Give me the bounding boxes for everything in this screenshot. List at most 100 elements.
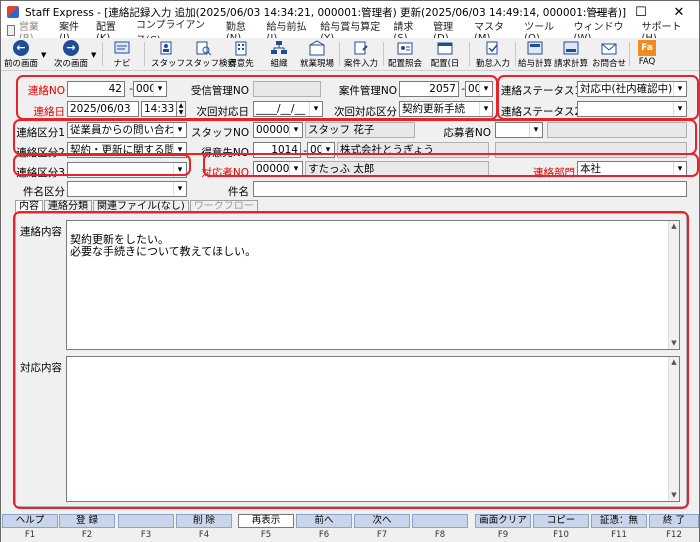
dept-select[interactable]: 本社 — [577, 161, 687, 177]
tab-files[interactable]: 関連ファイル(なし) — [93, 200, 189, 213]
case-no-sub-select[interactable]: 000 — [465, 81, 493, 97]
contact-content-text: 契約更新をしたい。 必要な手続きについて教えてほしい。 — [70, 233, 257, 258]
placement-daily-button[interactable]: 配置(日 — [427, 39, 463, 70]
org-icon — [271, 41, 287, 54]
client-button[interactable]: 得意先 — [225, 39, 257, 70]
f1-help-button[interactable]: ヘルプ — [2, 514, 58, 528]
client-name-field: 株式会社とうぎょう — [337, 142, 489, 158]
contact-no-label: 連絡NO — [27, 85, 65, 97]
case-icon — [354, 41, 368, 55]
status2-select[interactable] — [577, 101, 687, 117]
time-spinner[interactable]: ▲ ▼ — [176, 101, 186, 117]
faq-button[interactable]: Fa FAQ — [633, 39, 661, 70]
payroll-button[interactable]: 給与計算 — [517, 39, 553, 70]
subject-cat-select[interactable] — [67, 181, 187, 197]
faq-icon: Fa — [638, 40, 656, 56]
calendar-icon — [437, 42, 453, 55]
response-content-textarea[interactable]: ▲ ▼ — [66, 356, 680, 502]
org-button[interactable]: 組織 — [263, 39, 295, 70]
building-icon — [235, 41, 247, 56]
dept-label: 連絡部門 — [533, 167, 575, 179]
next-date-select[interactable]: ____/__/__ — [253, 101, 323, 117]
case-no-input[interactable]: 2057 — [399, 81, 459, 97]
handler-no-select[interactable]: 000003 — [253, 161, 303, 177]
subject-input[interactable] — [253, 181, 687, 197]
app-window: Staff Express - [連絡記録入力 追加(2025/06/03 14… — [0, 0, 700, 542]
f3-button[interactable] — [118, 514, 174, 528]
f11-voucher-button[interactable]: 証憑：無 — [591, 514, 647, 528]
tab-strip: 内容 連絡分類 関連ファイル(なし) ワークフロー — [15, 200, 259, 213]
response-content-label: 対応内容 — [20, 362, 62, 374]
f12-exit-button[interactable]: 終 了 — [649, 514, 699, 528]
subject-cat-label: 件名区分 — [23, 186, 65, 198]
payroll-icon — [527, 41, 543, 55]
next-type-label: 次回対応区分 — [334, 106, 397, 118]
staff-search-button[interactable]: スタッフ検索 — [185, 39, 236, 70]
cat3-select[interactable] — [67, 162, 187, 178]
case-input-button[interactable]: 案件入力 — [343, 39, 379, 70]
applicant-name-field — [547, 122, 687, 138]
contact-date-input[interactable]: 2025/06/03 — [67, 101, 139, 117]
contact-content-textarea[interactable]: 契約更新をしたい。 必要な手続きについて教えてほしい。 ▲ ▼ — [66, 220, 680, 350]
arrow-right-icon: → — [63, 40, 79, 56]
contact-no-input[interactable]: 42 — [67, 81, 125, 97]
f10-copy-button[interactable]: コピー — [533, 514, 589, 528]
site-button[interactable]: 就業現場 — [299, 39, 335, 70]
mail-icon — [601, 43, 617, 55]
cat2-select[interactable]: 契約・更新に関する問 — [67, 142, 187, 158]
handler-name-field: すたっふ 太郎 — [305, 161, 489, 177]
contact-content-label: 連絡内容 — [20, 226, 62, 238]
contact-time-input[interactable]: 14:33 — [141, 101, 177, 117]
back-dropdown-icon[interactable]: ▼ — [41, 51, 46, 59]
function-key-bar: ヘルプ F1 登 録 F2 F3 削 除 F4 再表示 F5 前へ F6 次へ … — [1, 513, 699, 542]
subject-label: 件名 — [228, 186, 249, 198]
navi-button[interactable]: ナビ — [107, 39, 137, 70]
attendance-icon — [486, 41, 498, 55]
attendance-button[interactable]: 勤怠入力 — [475, 39, 511, 70]
staff-search-icon — [196, 41, 212, 56]
f9-clear-button[interactable]: 画面クリア — [475, 514, 531, 528]
received-no-field — [253, 81, 321, 97]
staff-button[interactable]: スタッフ — [151, 39, 185, 70]
f6-prev-button[interactable]: 前へ — [296, 514, 352, 528]
back-button[interactable]: ← 前の画面 — [3, 39, 39, 70]
next-button[interactable]: → 次の画面 — [51, 39, 91, 70]
f2-register-button[interactable]: 登 録 — [59, 514, 115, 528]
applicant-no-select[interactable] — [495, 122, 543, 138]
next-date-label: 次回対応日 — [196, 106, 250, 118]
arrow-left-icon: ← — [13, 40, 29, 56]
next-dropdown-icon[interactable]: ▼ — [91, 51, 96, 59]
contact-no-sub-select[interactable]: 000 — [133, 81, 167, 97]
menu-bar: 営業(B) 案件(J) 配置(K) コンプライアンス(C) 勤怠(N) 給与前払… — [1, 20, 699, 46]
billing-button[interactable]: 請求計算 — [553, 39, 589, 70]
placement-inquiry-button[interactable]: 配置照会 — [387, 39, 423, 70]
case-no-label: 案件管理NO — [338, 85, 397, 97]
tab-category[interactable]: 連絡分類 — [44, 200, 92, 213]
status1-select[interactable]: 対応中(社内確認中) — [577, 81, 687, 97]
app-icon — [7, 6, 19, 18]
f5-refresh-button[interactable]: 再表示 — [238, 514, 294, 528]
f7-next-button[interactable]: 次へ — [354, 514, 410, 528]
staff-no-select[interactable]: 000002 — [253, 122, 303, 138]
applicant-no-label: 応募者NO — [443, 127, 491, 139]
inquiry-button[interactable]: お問合せ — [591, 39, 627, 70]
f8-button[interactable] — [412, 514, 468, 528]
cat2-label: 連絡区分2 — [16, 147, 65, 159]
f4-delete-button[interactable]: 削 除 — [176, 514, 232, 528]
contact-scrollbar[interactable]: ▲ ▼ — [668, 221, 679, 349]
contact-date-label: 連絡日 — [33, 106, 66, 118]
status2-label: 連絡ステータス2 — [501, 106, 582, 118]
next-type-select[interactable]: 契約更新手続 — [399, 101, 493, 117]
handler-no-label: 対応者NO — [201, 167, 249, 179]
status1-label: 連絡ステータス1 — [501, 85, 582, 97]
toolbar: ← 前の画面 ▼ → 次の画面 ▼ ナビ スタッフ スタッフ検索 得意先 組織 — [1, 38, 699, 71]
client-no-label: 得意先NO — [201, 147, 249, 159]
staff-icon — [160, 41, 172, 55]
response-scrollbar[interactable]: ▲ ▼ — [668, 357, 679, 501]
client-no-input[interactable]: 1014 — [253, 142, 301, 158]
tab-content[interactable]: 内容 — [15, 200, 43, 213]
client-no-sub-select[interactable]: 000 — [307, 142, 335, 158]
tab-workflow[interactable]: ワークフロー — [189, 200, 258, 213]
staff-no-label: スタッフNO — [191, 127, 250, 139]
cat1-select[interactable]: 従業員からの問い合わせ — [67, 122, 187, 138]
